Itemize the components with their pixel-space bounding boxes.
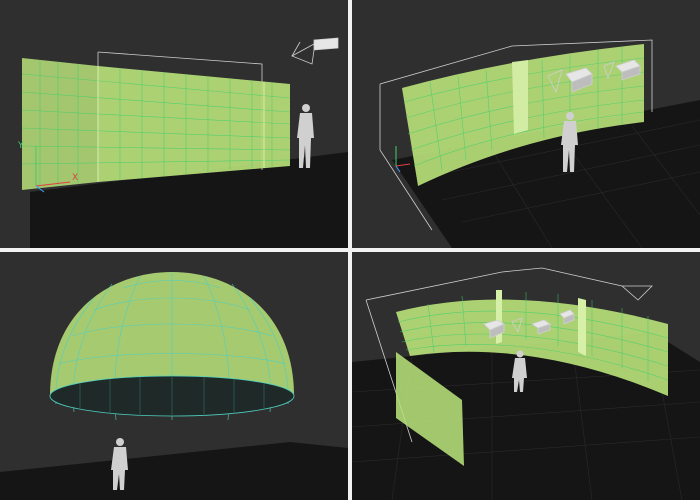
floor-plane: [0, 442, 348, 500]
screen-seam-panel: [512, 60, 528, 134]
flat-screen-left: [22, 58, 98, 190]
screen-seam-panel-right: [578, 298, 586, 356]
curved-screen-scene: [379, 39, 700, 248]
viewport-curved-wall-with-side-panel[interactable]: [352, 252, 700, 500]
room-outline: [365, 267, 653, 301]
viewport-dome[interactable]: [0, 252, 348, 500]
curved-wall-scene: [352, 267, 700, 500]
viewport-curved-screen[interactable]: [352, 0, 700, 248]
screen-seam-panel-left: [496, 290, 502, 344]
dome-scene: [0, 272, 348, 500]
axis-y-label: Y: [17, 141, 24, 151]
viewport-flat-wall[interactable]: Y X: [0, 0, 348, 248]
flat-wall-scene: Y X: [17, 37, 348, 248]
projector-icon: [291, 37, 339, 65]
axis-x-label: X: [72, 173, 78, 183]
